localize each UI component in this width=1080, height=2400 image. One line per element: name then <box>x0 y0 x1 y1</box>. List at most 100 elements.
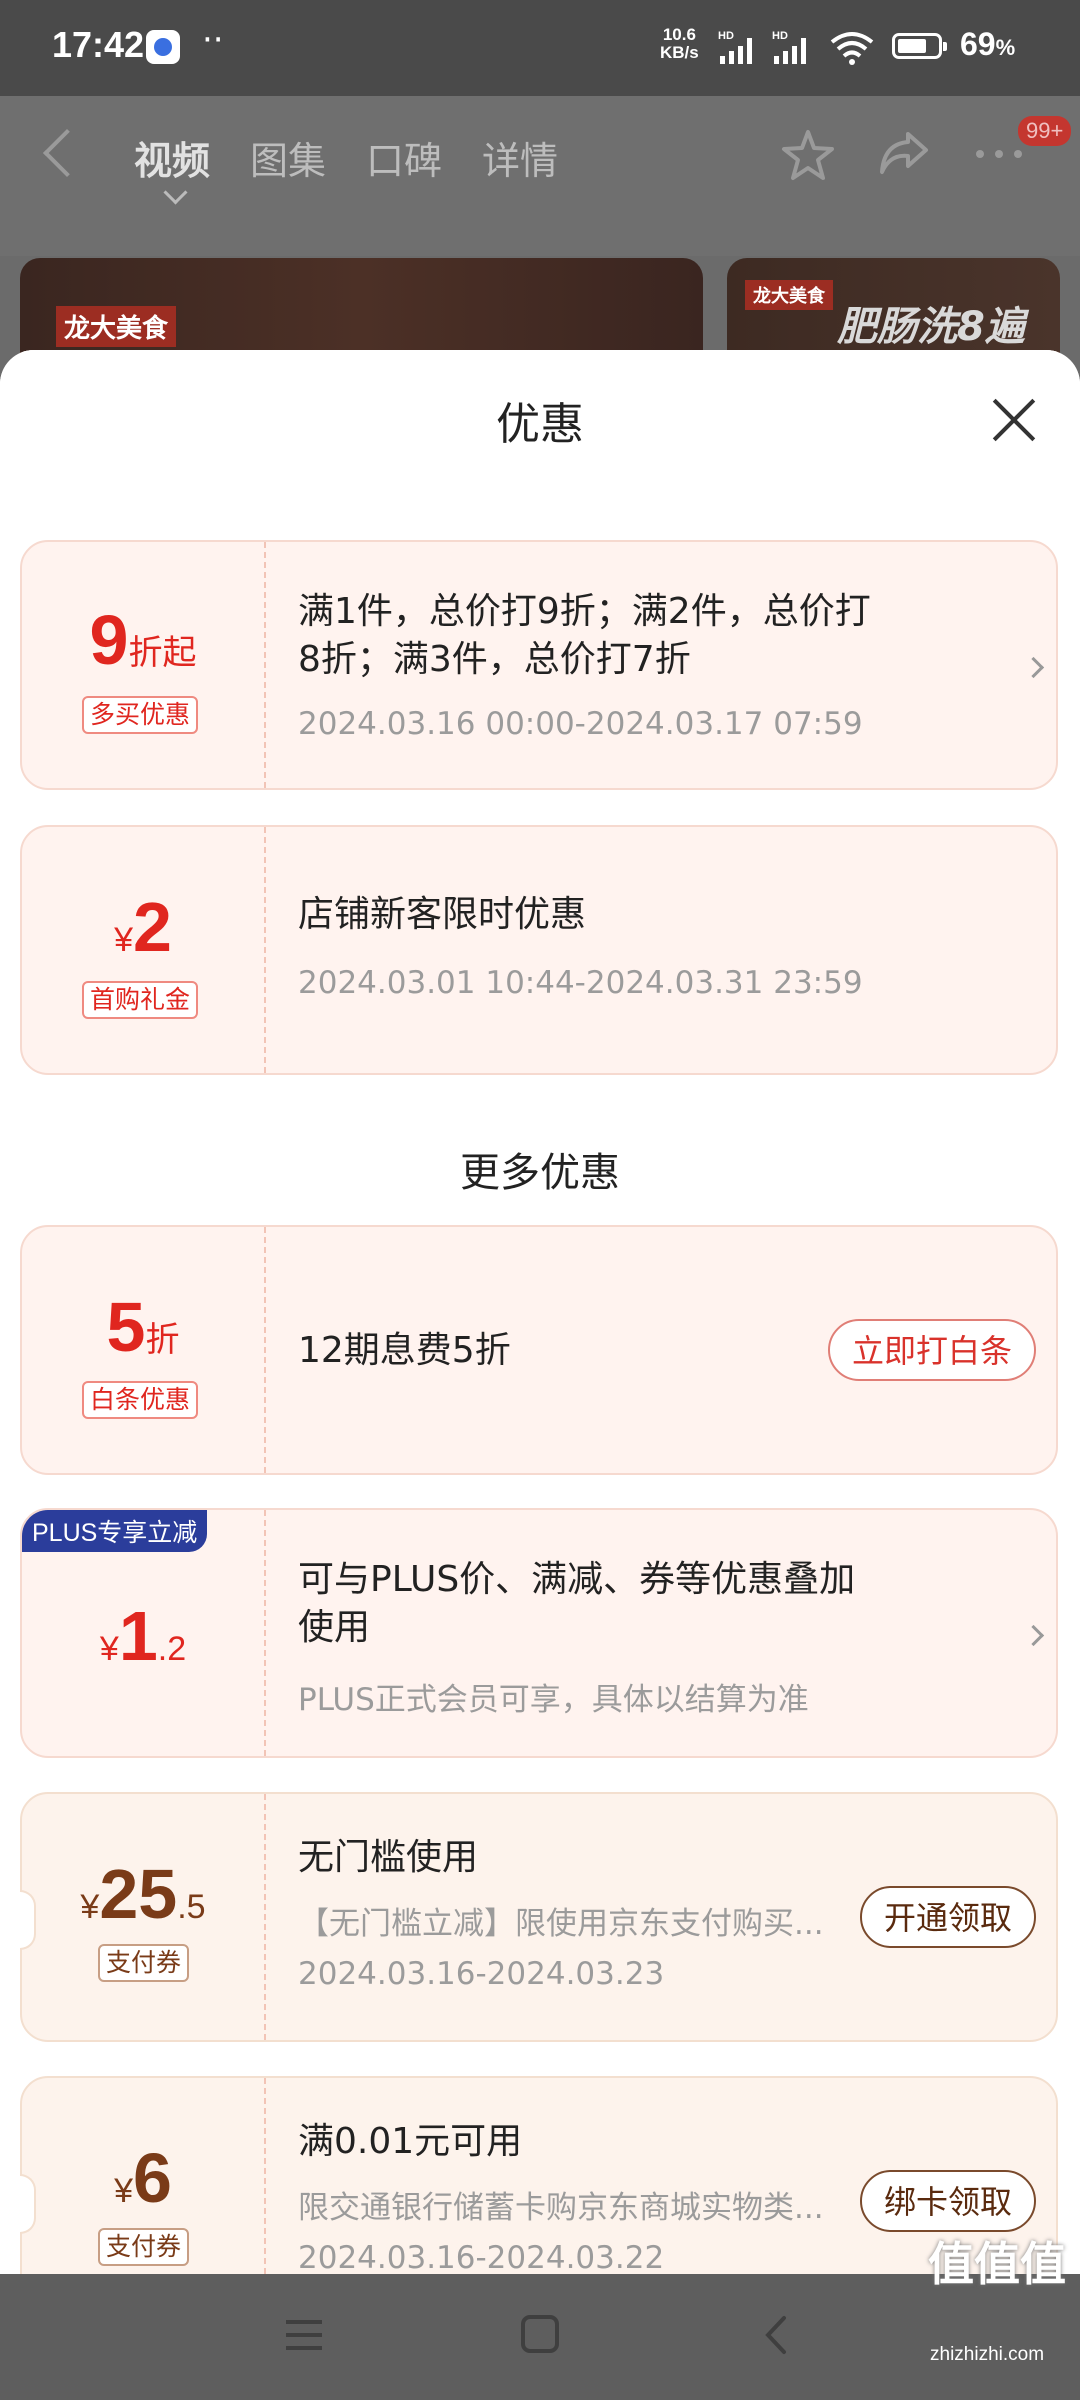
brand-logo: 龙大美食 <box>56 306 177 347</box>
menu-icon[interactable] <box>284 2316 324 2354</box>
banner-slogan: 肥肠洗8遍 <box>837 304 1025 350</box>
battery-percent: 69% <box>960 26 1015 63</box>
offer-value-number: 5 <box>106 1288 146 1366</box>
activate-baitiao-button[interactable]: 立即打白条 <box>828 1319 1037 1381</box>
baidu-app-icon <box>146 30 180 64</box>
offer-value-decimal: .2 <box>157 1630 187 1668</box>
star-icon[interactable] <box>780 128 836 182</box>
card-divider <box>264 827 266 1073</box>
offer-card-baitiao[interactable]: 5折 白条优惠 12期息费5折 立即打白条 <box>20 1225 1058 1475</box>
status-dots: ·· <box>202 20 224 60</box>
watermark-url: zhizhizhi.com <box>930 2344 1045 2365</box>
offer-note: PLUS正式会员可享，具体以结算为准 <box>298 1682 809 1718</box>
status-time: 17:42 <box>52 24 145 65</box>
battery-value: 69 <box>960 26 996 62</box>
offer-value-number: 25 <box>99 1855 178 1933</box>
offer-value-number: 2 <box>132 888 172 966</box>
hd-signal-icon-2: HD <box>772 30 806 64</box>
gallery-banner[interactable]: 龙大美食 肥肠洗8遍 <box>727 258 1060 358</box>
offer-value-number: 1 <box>118 1597 158 1675</box>
offer-title: 满0.01元可用 <box>298 2121 523 2162</box>
offer-value: 9折起 <box>22 600 264 680</box>
offer-value-area: 9折起 多买优惠 <box>22 542 264 788</box>
offer-validity: 2024.03.16-2024.03.22 <box>298 2240 665 2274</box>
sheet-title: 优惠 <box>496 399 584 450</box>
offer-value-area: ¥6 支付券 <box>22 2078 264 2274</box>
home-icon[interactable] <box>520 2314 560 2354</box>
offer-value-suffix: 折 <box>145 1321 180 1359</box>
battery-icon <box>892 33 947 59</box>
offer-value-area: 5折 白条优惠 <box>22 1227 264 1473</box>
network-speed: 10.6 KB/s <box>660 26 699 62</box>
chevron-right-icon[interactable] <box>1022 1624 1045 1647</box>
offer-card-multi-buy[interactable]: 9折起 多买优惠 满1件，总价打9折；满2件，总价打 8折；满3件，总价打7折 … <box>20 540 1058 790</box>
notification-badge: 99+ <box>1018 116 1072 146</box>
offer-tag: 首购礼金 <box>82 981 199 1019</box>
offer-description: 限交通银行储蓄卡购京东商城实物类... <box>298 2190 824 2226</box>
more-offers-heading: 更多优惠 <box>460 1150 620 1196</box>
currency-symbol: ¥ <box>99 1630 119 1668</box>
bind-card-claim-button[interactable]: 绑卡领取 <box>860 2170 1037 2232</box>
offer-value: ¥6 <box>22 2138 264 2218</box>
offer-title: 无门槛使用 <box>298 1837 479 1878</box>
offer-tag: 白条优惠 <box>82 1381 199 1419</box>
status-bar: 17:42 ·· 10.6 KB/s HD HD 69% <box>0 0 1080 96</box>
offer-value-decimal: .5 <box>177 1888 206 1926</box>
more-icon[interactable] <box>972 146 1026 162</box>
watermark: 值值值 <box>928 2237 1066 2291</box>
offer-validity: 2024.03.01 10:44-2024.03.31 23:59 <box>298 965 863 1001</box>
card-divider <box>264 1510 266 1756</box>
offer-title-line: 满1件，总价打9折；满2件，总价打 <box>298 591 871 632</box>
product-tabs: 视频 图集 口碑 详情 <box>134 130 558 185</box>
offer-title: 可与PLUS价、满减、券等优惠叠加 使用 <box>298 1556 855 1652</box>
offer-card-first-purchase[interactable]: ¥2 首购礼金 店铺新客限时优惠 2024.03.01 10:44-2024.0… <box>20 825 1058 1075</box>
share-icon[interactable] <box>876 128 932 178</box>
offer-value-number: 6 <box>132 2139 172 2217</box>
currency-symbol: ¥ <box>80 1888 100 1926</box>
offer-tag: 支付券 <box>98 1944 190 1982</box>
wifi-icon <box>830 32 874 65</box>
system-nav-bar <box>0 2274 1080 2400</box>
offer-card-payment-coupon-2[interactable]: ¥6 支付券 满0.01元可用 限交通银行储蓄卡购京东商城实物类... 2024… <box>20 2076 1058 2274</box>
back-arrow-icon[interactable] <box>42 128 92 178</box>
offer-title-line: 可与PLUS价、满减、券等优惠叠加 <box>298 1559 856 1600</box>
open-and-claim-button[interactable]: 开通领取 <box>860 1886 1037 1948</box>
currency-symbol: ¥ <box>114 921 133 959</box>
offer-value-number: 9 <box>89 601 129 679</box>
offer-card-payment-coupon[interactable]: ¥25.5 支付券 无门槛使用 【无门槛立减】限使用京东支付购买... 2024… <box>20 1792 1058 2042</box>
offer-value-area: ¥2 首购礼金 <box>22 827 264 1073</box>
chevron-right-icon[interactable] <box>1022 656 1045 679</box>
currency-symbol: ¥ <box>114 2172 133 2210</box>
card-divider <box>264 1227 266 1473</box>
card-divider <box>264 1794 266 2040</box>
offer-validity: 2024.03.16 00:00-2024.03.17 07:59 <box>298 706 863 742</box>
card-divider <box>264 2078 266 2274</box>
offer-value-suffix: 折起 <box>128 634 197 672</box>
offer-validity: 2024.03.16-2024.03.23 <box>298 1956 665 1992</box>
video-banner[interactable]: 龙大美食 <box>20 258 703 358</box>
battery-unit: % <box>995 35 1016 60</box>
network-speed-value: 10.6 <box>662 25 696 44</box>
offer-title: 店铺新客限时优惠 <box>298 894 587 935</box>
offer-title-line: 使用 <box>298 1607 371 1648</box>
offer-value: 5折 <box>22 1287 264 1367</box>
offer-title: 12期息费5折 <box>298 1330 511 1371</box>
offer-value: ¥1.2 <box>22 1596 264 1676</box>
tab-gallery[interactable]: 图集 <box>250 130 326 185</box>
offer-title: 满1件，总价打9折；满2件，总价打 8折；满3件，总价打7折 <box>298 588 871 684</box>
offer-title-line: 8折；满3件，总价打7折 <box>298 639 691 680</box>
tab-details[interactable]: 详情 <box>482 130 558 185</box>
tab-video[interactable]: 视频 <box>134 130 210 185</box>
svg-text:HD: HD <box>772 30 788 42</box>
offer-description: 【无门槛立减】限使用京东支付购买... <box>298 1906 824 1942</box>
network-speed-unit: KB/s <box>660 43 699 62</box>
offer-card-plus[interactable]: PLUS专享立减 ¥1.2 可与PLUS价、满减、券等优惠叠加 使用 PLUS正… <box>20 1508 1058 1758</box>
offer-tag: 支付券 <box>98 2228 190 2266</box>
back-icon[interactable] <box>760 2314 790 2356</box>
close-icon[interactable] <box>992 398 1036 442</box>
tab-reviews[interactable]: 口碑 <box>366 130 442 185</box>
offer-value: ¥2 <box>22 887 264 967</box>
discount-sheet: 优惠 9折起 多买优惠 满1件，总价打9折；满2件，总价打 8折；满3件，总价打… <box>0 350 1080 2274</box>
offer-value-area: ¥25.5 支付券 <box>22 1794 264 2040</box>
svg-text:HD: HD <box>718 30 734 42</box>
